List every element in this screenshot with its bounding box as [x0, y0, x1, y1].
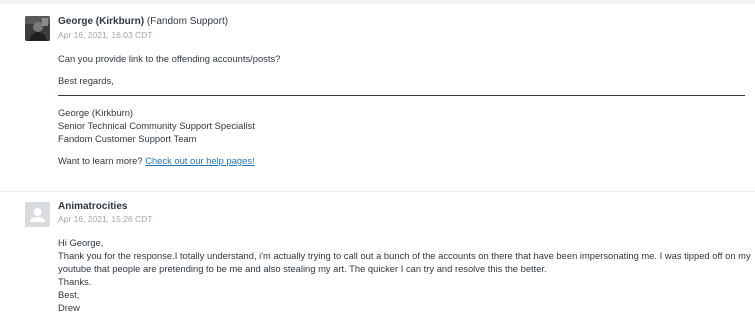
signature-name: George (Kirkburn): [58, 107, 134, 118]
ticket-conversation: George (Kirkburn) (Fandom Support) Apr 1…: [0, 0, 755, 323]
user-photo-avatar[interactable]: [25, 16, 50, 41]
avatar-photo-icon: [25, 16, 50, 41]
default-user-icon: [25, 202, 50, 227]
signature-title: Senior Technical Community Support Speci…: [58, 120, 255, 131]
message-line: youtube that people are pretending to be…: [58, 263, 547, 274]
signature-divider: [58, 95, 745, 96]
default-user-avatar[interactable]: [25, 202, 50, 227]
help-pages-link[interactable]: Check out our help pages!: [145, 155, 254, 166]
comment-timestamp: Apr 16, 2021, 16:03 CDT: [58, 30, 153, 40]
author-name: Animatrocities: [58, 201, 128, 212]
message-line: Thank you for the response.I totally und…: [58, 250, 751, 261]
author-name: George (Kirkburn): [58, 16, 145, 27]
author-line: Animatrocities: [58, 201, 127, 213]
comment-divider: [0, 191, 755, 192]
message-line: Best,: [58, 289, 80, 300]
learn-more-line: Want to learn more? Check out our help p…: [58, 154, 255, 167]
signature-team: Fandom Customer Support Team: [58, 133, 197, 144]
message-line: Drew: [58, 302, 80, 313]
message-line: Thanks.: [58, 276, 92, 287]
comment-closing: Best regards,: [58, 75, 114, 86]
learn-more-prefix: Want to learn more?: [58, 155, 143, 166]
comment-timestamp: Apr 16, 2021, 15:26 CDT: [58, 214, 153, 224]
top-separator: [0, 0, 755, 4]
author-organization: (Fandom Support): [146, 16, 229, 27]
author-line: George (Kirkburn) (Fandom Support): [58, 16, 228, 28]
message-line: Hi George,: [58, 237, 104, 248]
comment-question: Can you provide link to the offending ac…: [58, 53, 281, 64]
